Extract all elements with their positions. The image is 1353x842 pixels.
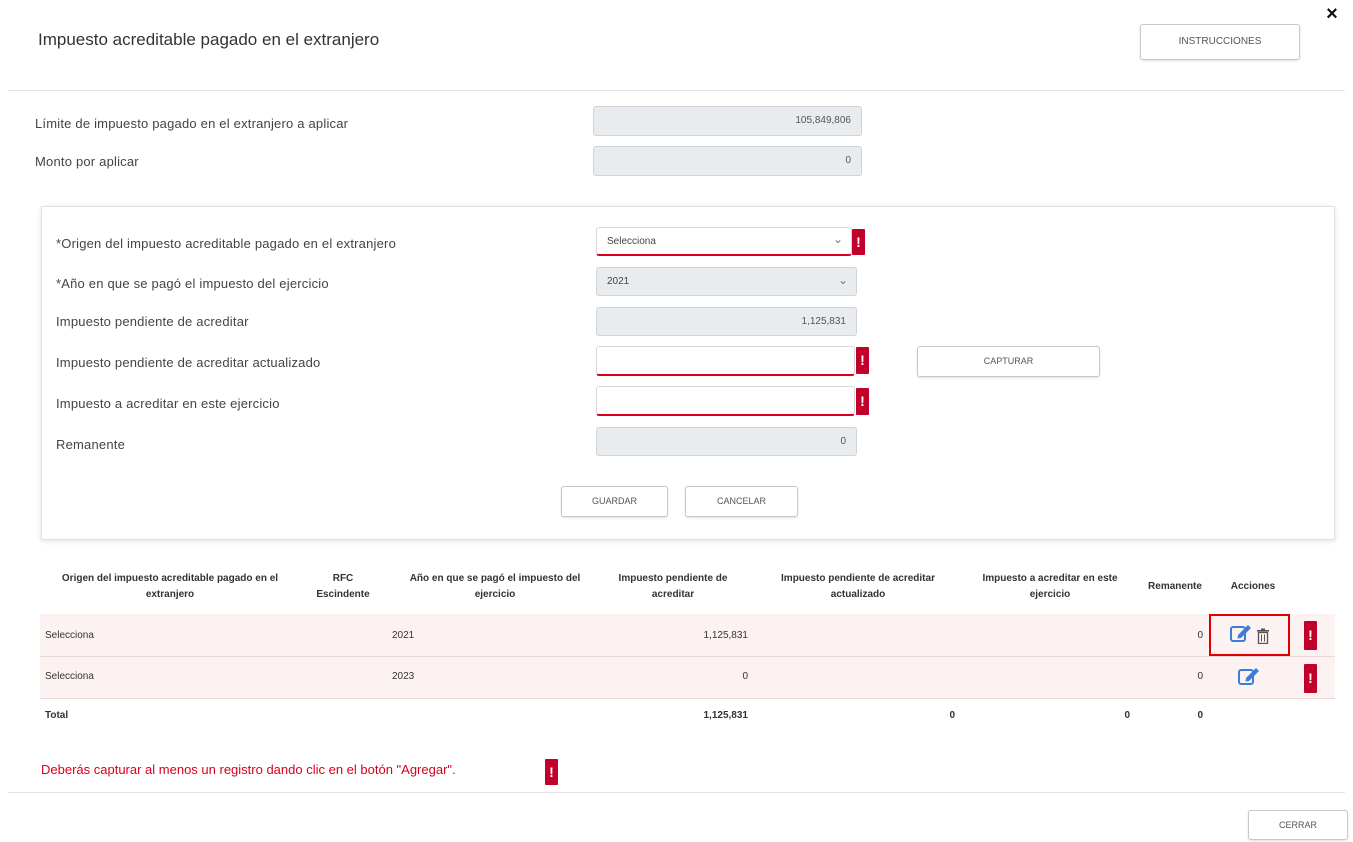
capture-button-label: CAPTURAR bbox=[983, 356, 1034, 366]
pending-updated-label: Impuesto pendiente de acreditar actualiz… bbox=[56, 355, 321, 370]
table-header-actions: Acciones bbox=[1230, 581, 1276, 592]
total-remainder: 0 bbox=[1197, 710, 1203, 721]
chevron-down-icon: ⌄ bbox=[837, 272, 848, 287]
to-credit-error-icon: ! bbox=[856, 388, 869, 415]
footer-divider bbox=[8, 792, 1345, 793]
total-updated: 0 bbox=[949, 710, 955, 721]
year-label: *Año en que se pagó el impuesto del ejer… bbox=[56, 276, 329, 291]
cancel-button[interactable]: CANCELAR bbox=[685, 486, 798, 517]
origin-select-value: Selecciona bbox=[607, 236, 656, 247]
remainder-label: Remanente bbox=[56, 437, 126, 452]
capture-button[interactable]: CAPTURAR bbox=[917, 346, 1100, 377]
total-label: Total bbox=[45, 710, 69, 721]
table-header-origin: Origen del impuesto acreditable pagado e… bbox=[61, 573, 279, 600]
total-credit: 0 bbox=[1124, 710, 1130, 721]
pending-updated-input[interactable] bbox=[596, 346, 855, 376]
origin-label: *Origen del impuesto acreditable pagado … bbox=[56, 236, 397, 251]
close-button-label: CERRAR bbox=[1278, 820, 1317, 830]
table-header-remainder: Remanente bbox=[1148, 581, 1202, 592]
row-pending: 1,125,831 bbox=[703, 630, 749, 641]
close-icon[interactable]: × bbox=[1322, 4, 1342, 24]
modal-title: Impuesto acreditable pagado en el extran… bbox=[38, 30, 380, 49]
table-header-pending: Impuesto pendiente de acreditar bbox=[618, 573, 728, 600]
footer-error-icon: ! bbox=[545, 759, 558, 785]
save-button-label: GUARDAR bbox=[591, 496, 637, 506]
pending-amount-field: 0 bbox=[593, 146, 862, 176]
row-origin: Selecciona bbox=[45, 671, 94, 682]
row-error-icon: ! bbox=[1304, 621, 1317, 650]
table-header-updated: Impuesto pendiente de acreditar actualiz… bbox=[781, 573, 935, 600]
header-divider bbox=[8, 90, 1345, 91]
row-pending: 0 bbox=[742, 671, 748, 682]
error-message: Deberás capturar al menos un registro da… bbox=[41, 762, 456, 777]
to-credit-input[interactable] bbox=[596, 386, 855, 416]
row-origin: Selecciona bbox=[45, 630, 94, 641]
limit-field: 105,849,806 bbox=[593, 106, 862, 136]
pending-tax-label: Impuesto pendiente de acreditar bbox=[56, 314, 249, 329]
origin-error-icon: ! bbox=[852, 229, 865, 255]
pending-updated-error-icon: ! bbox=[856, 347, 869, 374]
instructions-button[interactable]: INSTRUCCIONES bbox=[1140, 24, 1300, 60]
row-remainder: 0 bbox=[1197, 671, 1203, 682]
year-select-value: 2021 bbox=[607, 276, 630, 287]
limit-label: Límite de impuesto pagado en el extranje… bbox=[35, 116, 349, 131]
trash-icon[interactable] bbox=[1256, 628, 1270, 644]
close-button[interactable]: CERRAR bbox=[1248, 810, 1348, 840]
table-header-credit: Impuesto a acreditar en este ejercicio bbox=[982, 573, 1118, 600]
row-year: 2021 bbox=[392, 630, 415, 641]
to-credit-label: Impuesto a acreditar en este ejercicio bbox=[56, 396, 280, 411]
edit-icon[interactable] bbox=[1230, 624, 1252, 642]
origin-select[interactable]: Selecciona ⌄ bbox=[596, 227, 852, 256]
pending-amount-label: Monto por aplicar bbox=[35, 154, 139, 169]
cancel-button-label: CANCELAR bbox=[716, 496, 766, 506]
pending-tax-field: 1,125,831 bbox=[596, 307, 857, 336]
instructions-button-label: INSTRUCCIONES bbox=[1178, 36, 1262, 47]
row-remainder: 0 bbox=[1197, 630, 1203, 641]
chevron-down-icon: ⌄ bbox=[832, 232, 843, 247]
table-header-rfc: RFC Escindente bbox=[316, 573, 370, 600]
row-error-icon: ! bbox=[1304, 664, 1317, 693]
edit-icon[interactable] bbox=[1238, 667, 1260, 685]
save-button[interactable]: GUARDAR bbox=[561, 486, 668, 517]
remainder-field: 0 bbox=[596, 427, 857, 456]
table-header-year: Año en que se pagó el impuesto del ejerc… bbox=[409, 573, 581, 600]
total-pending: 1,125,831 bbox=[703, 710, 749, 721]
row-year: 2023 bbox=[392, 671, 415, 682]
year-select[interactable]: 2021 ⌄ bbox=[596, 267, 857, 296]
